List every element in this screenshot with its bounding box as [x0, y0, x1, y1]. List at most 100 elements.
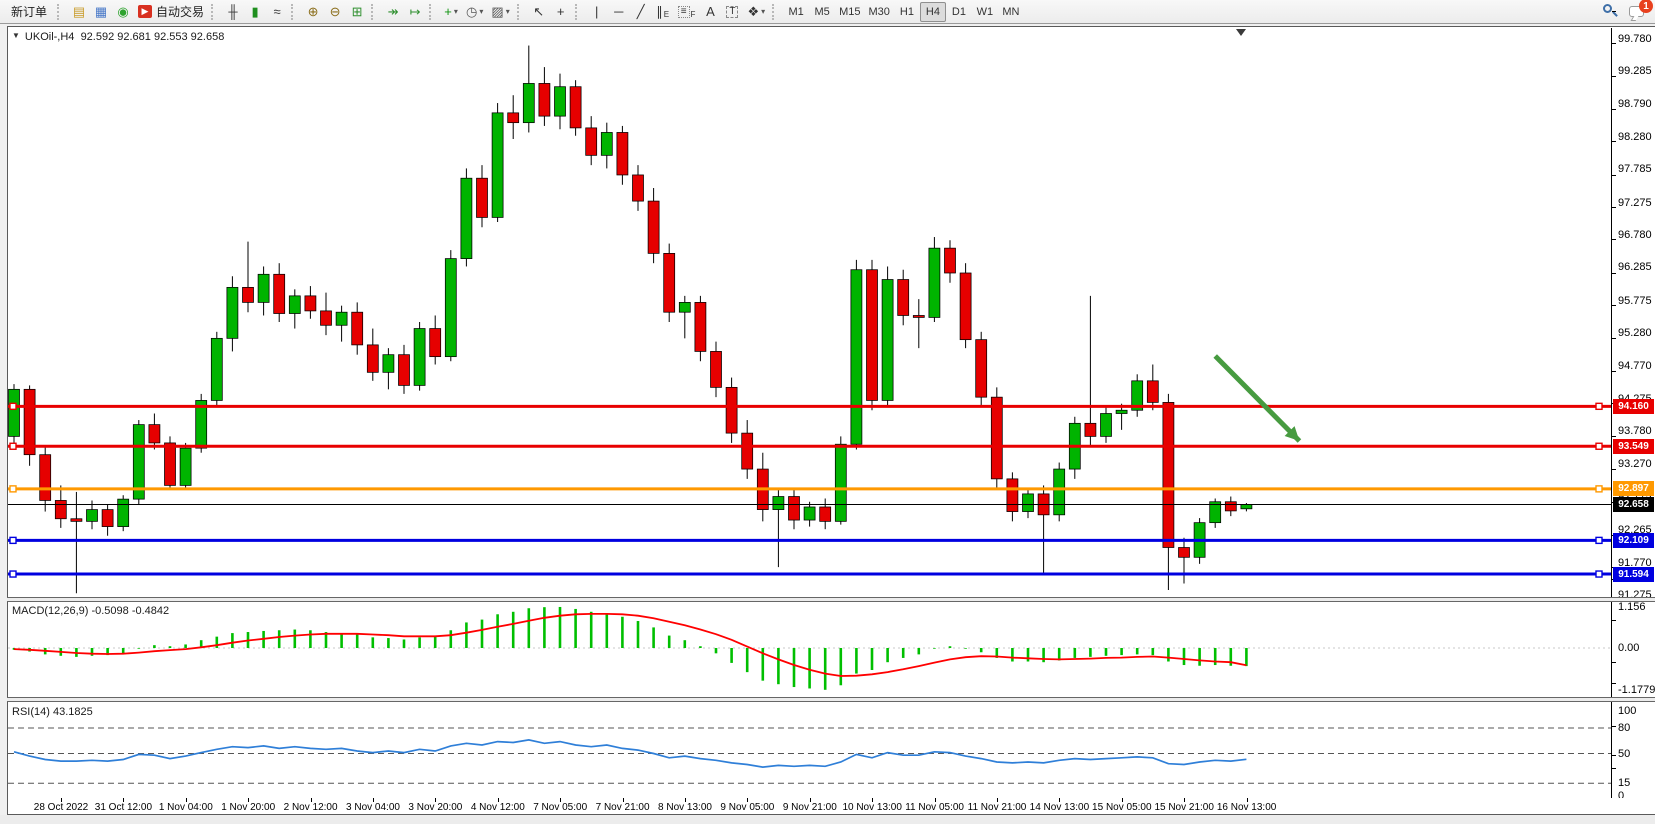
rsi-panel-splitter[interactable]: [7, 697, 1655, 702]
line-chart-icon[interactable]: ≈: [266, 2, 288, 22]
cursor-icon: ↖: [533, 5, 544, 18]
toolbar-separator: [57, 4, 63, 20]
time-tick-label: 9 Nov 05:00: [720, 802, 774, 813]
periods-clock-icon[interactable]: ◷▾: [462, 2, 487, 22]
trendline-icon: ╱: [637, 5, 645, 18]
trendline-icon[interactable]: ╱: [630, 2, 652, 22]
macd-signal-line: [14, 614, 1246, 676]
price-tag-93.549: 93.549: [1613, 439, 1654, 454]
chevron-down-icon: ▾: [479, 7, 483, 16]
zoom-out-icon: ⊖: [330, 5, 341, 18]
navigator-icon[interactable]: ◉: [112, 2, 134, 22]
time-tick-label: 31 Oct 12:00: [95, 802, 152, 813]
main-chart-panel[interactable]: [8, 28, 1611, 597]
vertical-line-icon[interactable]: |: [586, 2, 608, 22]
timeframe-button-m1[interactable]: M1: [783, 2, 809, 22]
toolbar: 新订单▤▦◉▶自动交易╫▮≈⊕⊖⊞↠↦+▾◷▾▨▾↖+|─╱∥E≡FAT❖▾M1…: [0, 0, 1655, 24]
one-click-trading-arrow-icon[interactable]: ▼: [12, 31, 20, 40]
fibonacci-icon[interactable]: ≡F: [674, 2, 700, 22]
timeframe-button-h4[interactable]: H4: [920, 2, 946, 22]
time-tick-label: 15 Nov 21:00: [1154, 802, 1214, 813]
timeframe-button-m15[interactable]: M15: [835, 2, 864, 22]
candlestick-chart-icon[interactable]: ▮: [244, 2, 266, 22]
time-tick-label: 3 Nov 20:00: [408, 802, 462, 813]
price-axis[interactable]: 99.78099.28598.79098.28097.78597.27596.7…: [1612, 28, 1655, 798]
price-tick-label: 98.790: [1618, 98, 1652, 110]
timeframe-button-h1[interactable]: H1: [894, 2, 920, 22]
equidistant-channel-icon[interactable]: ∥E: [652, 2, 674, 22]
text-label-icon[interactable]: T: [721, 2, 743, 22]
text-icon[interactable]: A: [699, 2, 721, 22]
macd-tick-label: 0.00: [1618, 642, 1639, 654]
hline-93.549[interactable]: [8, 443, 1611, 449]
rsi-tick-label: 15: [1618, 777, 1630, 789]
toolbar-separator: [517, 4, 523, 20]
price-tick-label: 99.285: [1618, 65, 1652, 77]
templates-icon[interactable]: ▨▾: [487, 2, 513, 22]
search-icon[interactable]: [1601, 2, 1619, 20]
annotation-arrow-down[interactable]: [1215, 356, 1299, 441]
new-order-button[interactable]: 新订单: [4, 2, 54, 22]
zoom-in-icon[interactable]: ⊕: [302, 2, 324, 22]
rsi-panel[interactable]: [8, 702, 1611, 798]
market-watch-icon[interactable]: ▦: [90, 2, 112, 22]
zoom-in-icon: ⊕: [308, 5, 319, 18]
arrows-icon[interactable]: ❖▾: [743, 2, 769, 22]
templates-icon: ▨: [491, 5, 503, 18]
candlestick-chart-icon: ▮: [251, 5, 258, 18]
timeframe-button-m5[interactable]: M5: [809, 2, 835, 22]
price-tick-label: 93.270: [1618, 458, 1652, 470]
chart-shift-icon[interactable]: ↦: [404, 2, 426, 22]
horizontal-line-icon: ─: [614, 5, 623, 18]
chart-symbol-label[interactable]: ▼UKOil-,H4 92.592 92.681 92.553 92.658: [12, 31, 224, 43]
hline-92.109[interactable]: [8, 537, 1611, 543]
navigator-icon: ◉: [117, 5, 128, 18]
rsi-tick-label: 80: [1618, 722, 1630, 734]
timeframe-button-mn[interactable]: MN: [998, 2, 1024, 22]
chevron-down-icon: ▾: [454, 7, 458, 16]
zoom-out-icon[interactable]: ⊖: [324, 2, 346, 22]
timeframe-button-w1[interactable]: W1: [972, 2, 998, 22]
price-tag-92.658: 92.658: [1613, 497, 1654, 512]
hline-91.594[interactable]: [8, 571, 1611, 577]
new-chart-icon[interactable]: ▤: [68, 2, 90, 22]
time-tick-label: 8 Nov 13:00: [658, 802, 712, 813]
candles-layer: [9, 46, 1252, 594]
macd-panel-splitter[interactable]: [7, 597, 1655, 602]
macd-tick-label: 1.156: [1618, 601, 1646, 613]
timeframe-button-d1[interactable]: D1: [946, 2, 972, 22]
time-tick-label: 1 Nov 04:00: [159, 802, 213, 813]
chart-shift-marker-icon[interactable]: [1236, 29, 1246, 36]
price-tick-label: 99.780: [1618, 33, 1652, 45]
price-tag-91.594: 91.594: [1613, 567, 1654, 582]
price-tick-label: 93.780: [1618, 425, 1652, 437]
notifications-chat-icon[interactable]: 1: [1629, 2, 1649, 20]
vertical-line-icon: |: [595, 5, 598, 18]
tile-windows-icon[interactable]: ⊞: [346, 2, 368, 22]
horizontal-line-icon[interactable]: ─: [608, 2, 630, 22]
autotrading-button[interactable]: ▶自动交易: [134, 2, 208, 22]
hline-92.897[interactable]: [8, 486, 1611, 492]
cursor-icon[interactable]: ↖: [528, 2, 550, 22]
indicators-icon[interactable]: +▾: [440, 2, 462, 22]
toolbar-separator: [211, 4, 217, 20]
indicators-icon: +: [444, 5, 452, 18]
equidistant-channel-icon-subscript: E: [664, 10, 669, 19]
rsi-tick-label: 50: [1618, 748, 1630, 760]
crosshair-icon[interactable]: +: [550, 2, 572, 22]
time-tick-label: 15 Nov 05:00: [1092, 802, 1152, 813]
price-tick-label: 94.770: [1618, 360, 1652, 372]
text-icon: A: [706, 5, 715, 18]
periods-clock-icon: ◷: [466, 5, 477, 18]
arrows-icon: ❖: [747, 5, 759, 18]
time-axis[interactable]: 28 Oct 202231 Oct 12:001 Nov 04:001 Nov …: [8, 798, 1655, 814]
price-tick-label: 95.775: [1618, 295, 1652, 307]
time-tick-label: 9 Nov 21:00: [783, 802, 837, 813]
time-tick-label: 7 Nov 21:00: [596, 802, 650, 813]
macd-panel[interactable]: [8, 602, 1611, 697]
hline-94.160[interactable]: [8, 403, 1611, 409]
toolbar-separator: [429, 4, 435, 20]
auto-scroll-icon[interactable]: ↠: [382, 2, 404, 22]
timeframe-button-m30[interactable]: M30: [865, 2, 894, 22]
bar-chart-icon[interactable]: ╫: [222, 2, 244, 22]
